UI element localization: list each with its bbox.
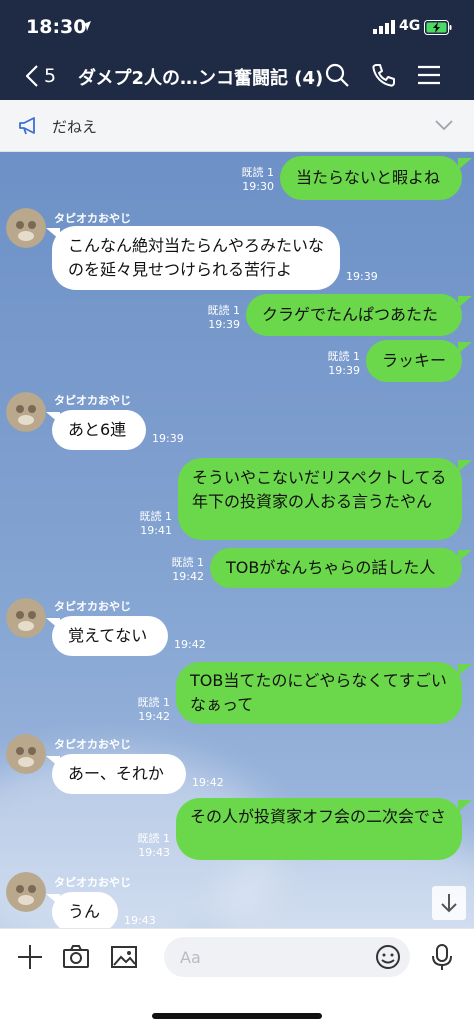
sender-name: タピオカおやじ	[54, 876, 131, 889]
outgoing-message[interactable]: その人が投資家オフ会の二次会でさ	[176, 798, 462, 860]
status-bar: 18:30 4G	[0, 16, 474, 42]
unread-count: 5	[44, 65, 57, 87]
chat-title: ダメプ2人の…ンコ奮闘記 (4)	[78, 68, 324, 89]
plus-icon[interactable]	[16, 943, 44, 971]
emoji-icon[interactable]	[374, 943, 402, 971]
avatar[interactable]	[6, 734, 46, 774]
sender-name: タピオカおやじ	[54, 212, 131, 225]
arrow-down-icon	[441, 894, 457, 913]
camera-icon[interactable]	[62, 943, 90, 971]
chevron-left-icon	[26, 65, 38, 87]
scroll-to-bottom-button[interactable]	[432, 886, 466, 920]
announcement-bar[interactable]: だねえ	[0, 100, 474, 152]
network-type: 4G	[399, 18, 421, 34]
battery-charging-icon	[424, 20, 452, 35]
outgoing-message[interactable]: ラッキー	[366, 340, 462, 382]
back-button[interactable]: 5	[26, 62, 66, 90]
message-time: 19:42	[174, 638, 206, 651]
outgoing-message[interactable]: TOBがなんちゃらの話した人	[210, 548, 462, 588]
incoming-message[interactable]: うん	[52, 892, 118, 928]
message-meta: 既読 1 19:42	[137, 696, 171, 723]
input-bar	[0, 928, 474, 1024]
incoming-message[interactable]: あと6連	[52, 410, 146, 450]
avatar[interactable]	[6, 872, 46, 912]
menu-icon[interactable]	[416, 62, 442, 88]
megaphone-icon	[19, 117, 35, 135]
image-icon[interactable]	[110, 943, 138, 971]
outgoing-message[interactable]: そういやこないだリスペクトしてる年下の投資家の人おる言うたやん	[178, 458, 462, 540]
avatar[interactable]	[6, 392, 46, 432]
message-meta: 既読 1 19:41	[139, 510, 173, 537]
navbar: 5 ダメプ2人の…ンコ奮闘記 (4)	[0, 58, 474, 94]
location-arrow-icon	[81, 21, 91, 31]
phone-icon[interactable]	[370, 62, 396, 88]
incoming-message[interactable]: あー、それか	[52, 754, 186, 794]
incoming-message[interactable]: 覚えてない	[52, 616, 168, 656]
bubble-tail	[458, 664, 472, 676]
outgoing-message[interactable]: 当たらないと暇よね	[280, 156, 462, 200]
bubble-tail	[458, 460, 472, 472]
outgoing-message[interactable]: クラゲでたんぱつあたた	[246, 294, 462, 336]
message-meta: 既読 1 19:39	[327, 350, 361, 377]
sender-name: タピオカおやじ	[54, 738, 131, 751]
search-icon[interactable]	[324, 62, 350, 88]
message-meta: 既読 1 19:39	[207, 304, 241, 331]
signal-icon	[373, 20, 395, 34]
bubble-tail	[458, 800, 472, 812]
sender-name: タピオカおやじ	[54, 600, 131, 613]
home-indicator	[152, 1013, 322, 1019]
sender-name: タピオカおやじ	[54, 394, 131, 407]
status-time: 18:30	[26, 16, 87, 38]
avatar[interactable]	[6, 598, 46, 638]
message-meta: 既読 1 19:43	[137, 832, 171, 859]
outgoing-message[interactable]: TOB当てたのにどやらなくてすごいなぁって	[176, 662, 462, 724]
message-time: 19:43	[124, 914, 156, 927]
avatar[interactable]	[6, 208, 46, 248]
microphone-icon[interactable]	[428, 943, 456, 971]
chat-area[interactable]: 既読 1 19:30 当たらないと暇よね タピオカおやじ こんなん絶対当たらんやろ…	[0, 152, 474, 928]
message-meta: 既読 1 19:42	[171, 556, 205, 583]
chevron-down-icon[interactable]	[434, 118, 454, 132]
message-time: 19:42	[192, 776, 224, 789]
message-time: 19:39	[346, 270, 378, 283]
incoming-message[interactable]: こんなん絶対当たらんやろみたいなのを延々見せつけられる苦行よ	[52, 226, 340, 290]
announcement-text: だねえ	[52, 118, 98, 136]
header: 18:30 4G 5 ダメプ2人の…ンコ奮闘記 (4)	[0, 0, 474, 100]
message-time: 19:39	[152, 432, 184, 445]
message-meta: 既読 1 19:30	[241, 166, 275, 193]
